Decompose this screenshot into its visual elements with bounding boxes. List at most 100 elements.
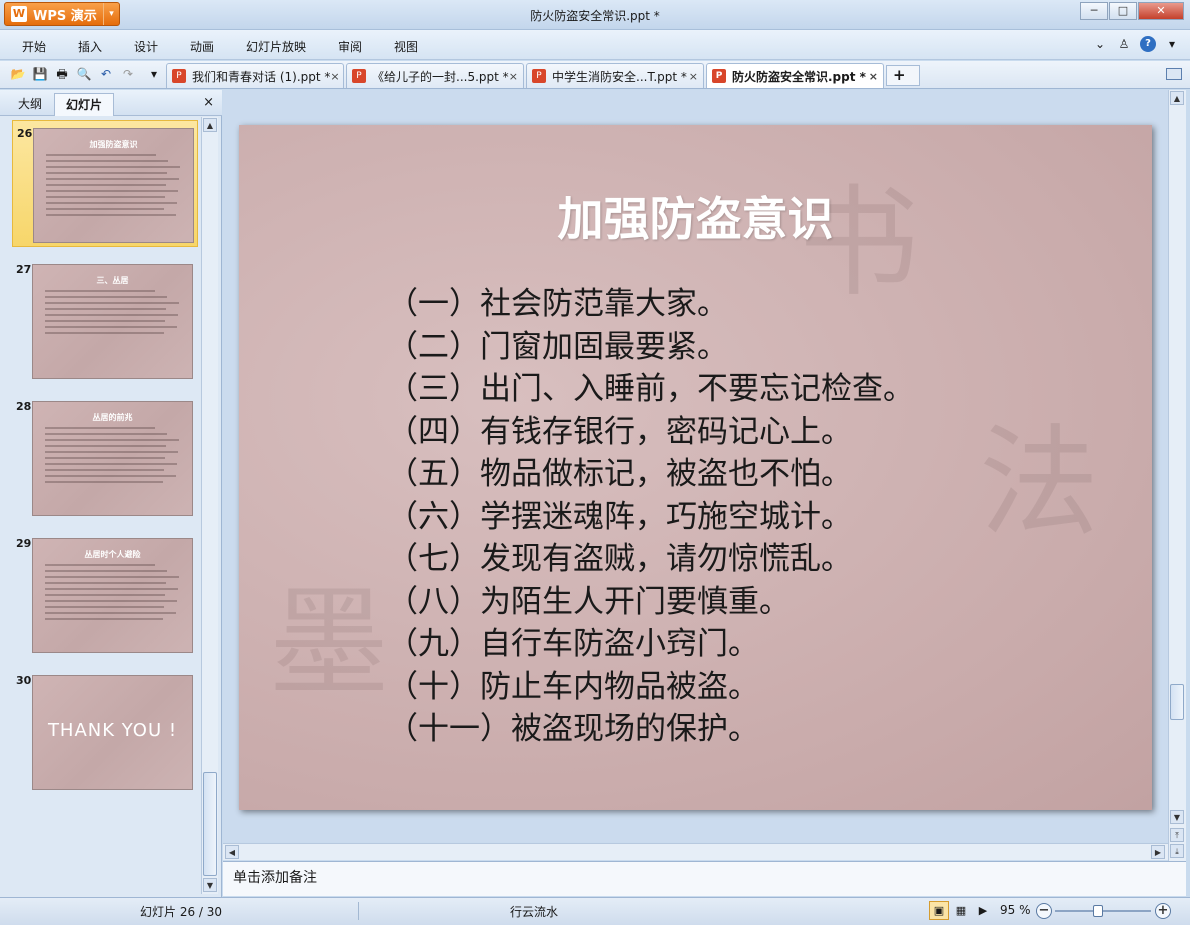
slide-thumbnail-30[interactable]: 30 THANK YOU ! <box>12 668 198 795</box>
menu-insert[interactable]: 插入 <box>78 38 102 55</box>
status-divider <box>358 902 359 920</box>
print-preview-icon[interactable]: 🔍 <box>76 66 92 82</box>
thumbnail-text-line <box>45 481 163 483</box>
slide-canvas[interactable]: 书 法 墨 加强防盗意识 （一）社会防范靠大家。 （二）门窗加固最要紧。 （三）… <box>239 125 1152 810</box>
menu-slideshow[interactable]: 幻灯片放映 <box>246 38 306 55</box>
slide-preview: 三、丛居 <box>32 264 193 379</box>
scroll-thumb[interactable] <box>203 772 217 876</box>
window-title: 防火防盗安全常识.ppt * <box>530 9 660 23</box>
slide-text-line: （三）出门、入睡前，不要忘记检查。 <box>387 371 914 407</box>
menu-view[interactable]: 视图 <box>394 38 418 55</box>
slide-thumbnail-28[interactable]: 28 丛居的前兆 <box>12 394 198 521</box>
tab-slides[interactable]: 幻灯片 <box>54 93 114 116</box>
thumbnail-text-line <box>45 582 166 584</box>
menu-design[interactable]: 设计 <box>134 38 158 55</box>
slide-preview: 丛居时个人避险 <box>32 538 193 653</box>
close-panel-icon[interactable]: × <box>203 95 214 110</box>
tab-outline[interactable]: 大纲 <box>8 93 52 116</box>
close-tab-icon[interactable]: × <box>869 70 878 83</box>
customize-toolbar-icon[interactable]: ▾ <box>146 66 162 82</box>
close-button[interactable]: ✕ <box>1138 2 1184 20</box>
slideshow-view-icon[interactable]: ▶ <box>973 901 993 920</box>
theme-name: 行云流水 <box>510 905 559 919</box>
thumbnail-text-line <box>46 208 164 210</box>
doc-tab-3[interactable]: P 中学生消防安全...T.ppt * × <box>526 63 704 88</box>
normal-view-icon[interactable]: ▣ <box>929 901 949 920</box>
scroll-down-icon[interactable]: ▼ <box>203 878 217 892</box>
slide-thumbnail-27[interactable]: 27 三、丛居 <box>12 257 198 384</box>
doc-tab-label: 中学生消防安全...T.ppt * <box>552 69 687 84</box>
zoom-in-icon[interactable]: + <box>1155 903 1171 919</box>
help-dropdown-icon[interactable]: ▾ <box>1164 36 1180 52</box>
close-tab-icon[interactable]: × <box>330 70 339 83</box>
slide-text-line: （九）自行车防盗小窍门。 <box>387 626 759 662</box>
notes-pane[interactable]: 单击添加备注 <box>223 861 1186 896</box>
slide-text-line: （二）门窗加固最要紧。 <box>387 328 728 365</box>
menu-review[interactable]: 审阅 <box>338 38 362 55</box>
slide-text-line: （十）防止车内物品被盗。 <box>387 668 759 705</box>
menu-home[interactable]: 开始 <box>22 38 46 55</box>
thumbnail-text-line <box>45 588 178 590</box>
skin-icon[interactable]: ♙ <box>1116 36 1132 52</box>
menu-bar: 开始 插入 设计 动画 幻灯片放映 审阅 视图 ⌄ ♙ ? ▾ <box>0 30 1190 60</box>
notes-placeholder[interactable]: 单击添加备注 <box>233 867 317 887</box>
doc-tab-active[interactable]: P 防火防盗安全常识.ppt * × <box>706 63 884 88</box>
window-controls: ─ □ ✕ <box>1079 2 1184 20</box>
thumbnail-text-line <box>46 172 167 174</box>
close-tab-icon[interactable]: × <box>689 70 698 83</box>
tab-list-icon[interactable] <box>1166 68 1182 80</box>
maximize-button[interactable]: □ <box>1109 2 1137 20</box>
slide-number: 26 <box>17 127 33 140</box>
previous-slide-icon[interactable]: ⤒ <box>1170 828 1184 842</box>
ppt-file-icon: P <box>352 69 366 83</box>
slide-text-line: （四）有钱存银行，密码记心上。 <box>387 413 852 450</box>
thumbnail-text-line <box>45 320 165 322</box>
thumbnail-title: 三、丛居 <box>96 276 129 285</box>
thumbnail-text-line <box>45 564 155 566</box>
collapse-ribbon-icon[interactable]: ⌄ <box>1092 36 1108 52</box>
editor-vertical-scrollbar[interactable]: ▲ ▼ ⤒ ⤓ <box>1168 90 1186 862</box>
print-icon[interactable]: 🖶 <box>54 66 70 82</box>
new-tab-button[interactable]: + ▾ <box>886 65 920 101</box>
thumbnail-text-line <box>45 290 155 292</box>
zoom-slider-knob[interactable] <box>1093 905 1104 917</box>
undo-icon[interactable]: ↶ <box>98 66 114 82</box>
scroll-right-icon[interactable]: ▶ <box>1151 845 1165 859</box>
open-icon[interactable]: 📂 <box>10 66 26 82</box>
doc-tab-1[interactable]: P 我们和青春对话 (1).ppt * × <box>166 63 344 88</box>
zoom-level: 95 % <box>1000 903 1031 917</box>
scroll-thumb[interactable] <box>1170 684 1184 720</box>
menu-animation[interactable]: 动画 <box>190 38 214 55</box>
panel-scrollbar[interactable]: ▲ ▼ <box>201 117 218 894</box>
minimize-button[interactable]: ─ <box>1080 2 1108 20</box>
scroll-up-icon[interactable]: ▲ <box>1170 91 1184 105</box>
slide-number: 29 <box>16 537 32 550</box>
redo-icon[interactable]: ↷ <box>120 66 136 82</box>
slide-text-line: （十一）被盗现场的保护。 <box>387 711 759 747</box>
slide-text-line: （一）社会防范靠大家。 <box>387 286 728 322</box>
slide-title[interactable]: 加强防盗意识 <box>239 183 1152 249</box>
scroll-down-icon[interactable]: ▼ <box>1170 810 1184 824</box>
editor-horizontal-scrollbar[interactable]: ◀ ▶ <box>223 843 1168 860</box>
next-slide-icon[interactable]: ⤓ <box>1170 844 1184 858</box>
calligraphy-background: 法 <box>979 414 1099 553</box>
help-icon[interactable]: ? <box>1140 36 1156 52</box>
save-icon[interactable]: 💾 <box>32 66 48 82</box>
zoom-out-icon[interactable]: − <box>1036 903 1052 919</box>
slide-counter: 幻灯片 26 / 30 <box>140 905 223 919</box>
slide-thumbnail-29[interactable]: 29 丛居时个人避险 <box>12 531 198 658</box>
document-tab-bar: 📂 💾 🖶 🔍 ↶ ↷ ▾ P 我们和青春对话 (1).ppt * × P 《给… <box>0 61 1190 101</box>
thumbnail-text-line <box>45 606 164 608</box>
thumbnail-text-line <box>45 451 178 453</box>
slide-sorter-view-icon[interactable]: ▦ <box>951 901 971 920</box>
scroll-up-icon[interactable]: ▲ <box>203 118 217 132</box>
scroll-left-icon[interactable]: ◀ <box>225 845 239 859</box>
thumbnail-text-line <box>46 190 178 192</box>
thumbnail-text-line <box>45 612 176 614</box>
slide-thumbnail-26[interactable]: 26 加强防盗意识 <box>12 120 198 247</box>
close-tab-icon[interactable]: × <box>509 70 518 83</box>
slide-text-line: （五）物品做标记，被盗也不怕。 <box>387 456 852 492</box>
thumbnail-text-line <box>45 296 167 298</box>
slide-body-text[interactable]: （一）社会防范靠大家。 （二）门窗加固最要紧。 （三）出门、入睡前，不要忘记检查… <box>387 283 914 751</box>
doc-tab-2[interactable]: P 《给儿子的一封...5.ppt * × <box>346 63 524 88</box>
